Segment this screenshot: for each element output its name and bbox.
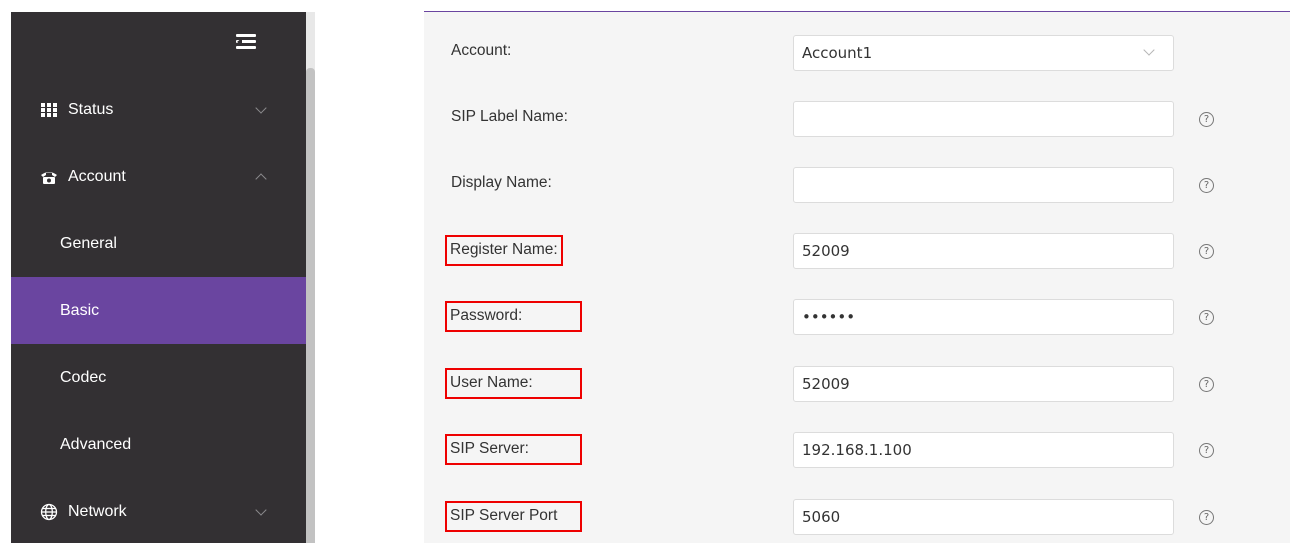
- sidebar-item-label: Status: [68, 100, 114, 118]
- form-row-sip-server: SIP Server: 192.168.1.100 ?: [424, 429, 1290, 473]
- sidebar-item-label: Account: [68, 167, 126, 185]
- form-row-account: Account: Account1: [424, 32, 1290, 76]
- sip-server-port-input[interactable]: 5060: [793, 499, 1174, 535]
- sidebar-item-label: Advanced: [60, 435, 132, 453]
- field-label: Display Name:: [451, 174, 552, 191]
- help-icon[interactable]: ?: [1199, 244, 1214, 259]
- chevron-up-icon: [255, 173, 267, 185]
- help-icon[interactable]: ?: [1199, 510, 1214, 525]
- sidebar: Status Account General Basic Codec Advan…: [11, 12, 306, 543]
- sidebar-header: [11, 12, 306, 76]
- field-label: Register Name:: [445, 235, 563, 266]
- sidebar-scrollbar-thumb[interactable]: [306, 68, 315, 543]
- sip-server-input[interactable]: 192.168.1.100: [793, 432, 1174, 468]
- help-icon[interactable]: ?: [1199, 377, 1214, 392]
- help-icon[interactable]: ?: [1199, 178, 1214, 193]
- register-name-input[interactable]: 52009: [793, 233, 1174, 269]
- chevron-down-icon: [1143, 44, 1155, 56]
- sidebar-item-label: Network: [68, 502, 127, 520]
- field-label: SIP Server Port: [445, 501, 582, 532]
- form-row-register-name: Register Name: 52009 ?: [424, 230, 1290, 274]
- help-icon[interactable]: ?: [1199, 112, 1214, 127]
- form-row-sip-label-name: SIP Label Name: ?: [424, 98, 1290, 142]
- sip-label-name-input[interactable]: [793, 101, 1174, 137]
- form-row-display-name: Display Name: ?: [424, 164, 1290, 208]
- sidebar-item-label: General: [60, 234, 117, 252]
- sidebar-item-network[interactable]: Network: [11, 478, 306, 545]
- chevron-down-icon: [255, 102, 267, 114]
- help-icon[interactable]: ?: [1199, 443, 1214, 458]
- form-row-password: Password: •••••• ?: [424, 296, 1290, 340]
- sidebar-item-basic[interactable]: Basic: [11, 277, 306, 344]
- field-label: SIP Server:: [445, 434, 582, 465]
- sidebar-item-account[interactable]: Account: [11, 143, 306, 210]
- field-label: SIP Label Name:: [451, 108, 568, 125]
- sidebar-item-label: Codec: [60, 368, 107, 386]
- phone-icon: [40, 168, 58, 186]
- sidebar-item-advanced[interactable]: Advanced: [11, 411, 306, 478]
- menu-collapse-icon[interactable]: [236, 34, 256, 50]
- sidebar-item-codec[interactable]: Codec: [11, 344, 306, 411]
- select-value: Account1: [802, 44, 873, 62]
- grid-icon: [40, 101, 58, 119]
- display-name-input[interactable]: [793, 167, 1174, 203]
- form-row-sip-server-port: SIP Server Port 5060 ?: [424, 496, 1290, 540]
- password-input[interactable]: ••••••: [793, 299, 1174, 335]
- form-row-user-name: User Name: 52009 ?: [424, 363, 1290, 407]
- sidebar-item-status[interactable]: Status: [11, 76, 306, 143]
- field-label: User Name:: [445, 368, 582, 399]
- chevron-down-icon: [255, 504, 267, 516]
- account-basic-form: Account: Account1 SIP Label Name: ? Disp…: [424, 12, 1290, 543]
- help-icon[interactable]: ?: [1199, 310, 1214, 325]
- sidebar-item-label: Basic: [60, 301, 100, 319]
- user-name-input[interactable]: 52009: [793, 366, 1174, 402]
- globe-icon: [40, 503, 58, 521]
- field-label: Password:: [445, 301, 582, 332]
- account-select[interactable]: Account1: [793, 35, 1174, 71]
- field-label: Account:: [451, 42, 512, 59]
- sidebar-item-general[interactable]: General: [11, 210, 306, 277]
